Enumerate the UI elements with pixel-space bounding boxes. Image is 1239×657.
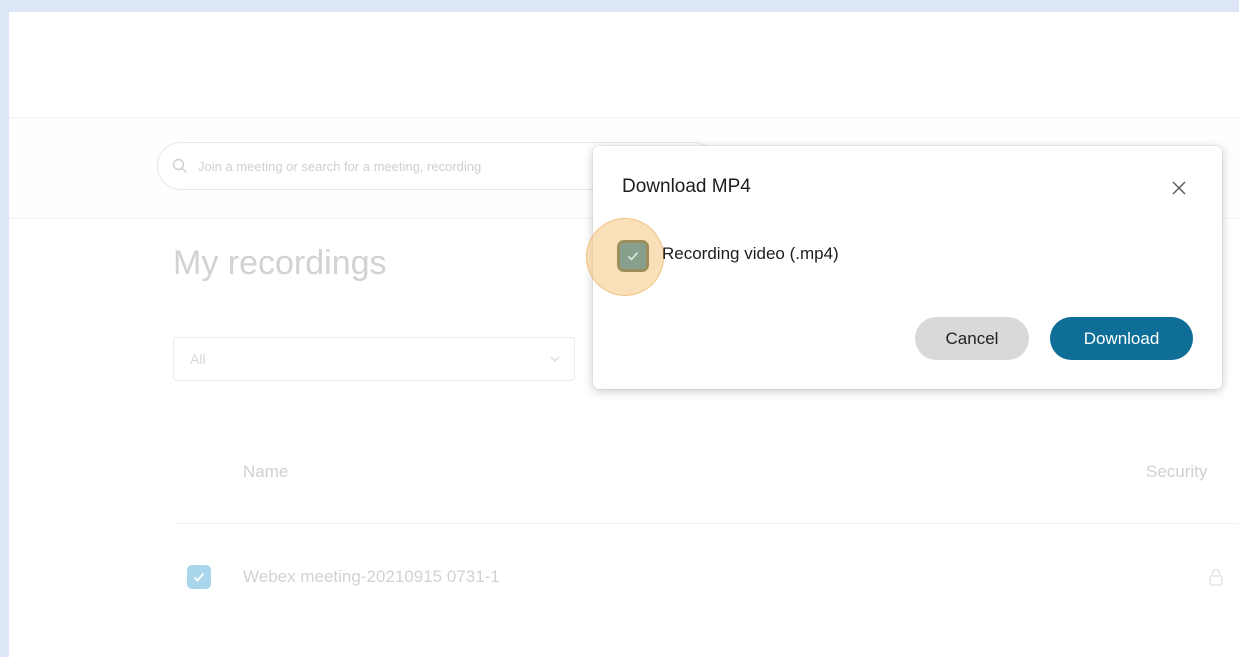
download-button[interactable]: Download (1050, 317, 1193, 360)
dialog-title: Download MP4 (622, 176, 751, 197)
recording-name[interactable]: Webex meeting-20210915 0731-1 (243, 567, 500, 587)
lock-icon (1209, 568, 1223, 586)
search-placeholder: Join a meeting or search for a meeting, … (198, 158, 482, 174)
page-title: My recordings (173, 244, 387, 282)
check-icon (627, 251, 639, 261)
chevron-down-icon (550, 356, 560, 362)
header-divider (173, 523, 1239, 524)
recording-video-label: Recording video (.mp4) (662, 244, 839, 263)
column-header-name[interactable]: Name (243, 462, 288, 482)
filter-dropdown[interactable]: All (173, 337, 575, 381)
close-button[interactable] (1167, 176, 1191, 200)
close-icon (1172, 181, 1186, 195)
cancel-button[interactable]: Cancel (915, 317, 1029, 360)
column-header-security: Security (1146, 462, 1208, 481)
top-bar (9, 12, 1239, 117)
check-icon (193, 572, 205, 582)
row-checkbox[interactable] (187, 565, 211, 589)
recording-video-checkbox[interactable] (617, 240, 649, 272)
filter-selected-value: All (190, 351, 206, 367)
search-icon (172, 158, 187, 173)
download-dialog: Download MP4 Recording video (.mp4) Canc… (586, 146, 1222, 389)
